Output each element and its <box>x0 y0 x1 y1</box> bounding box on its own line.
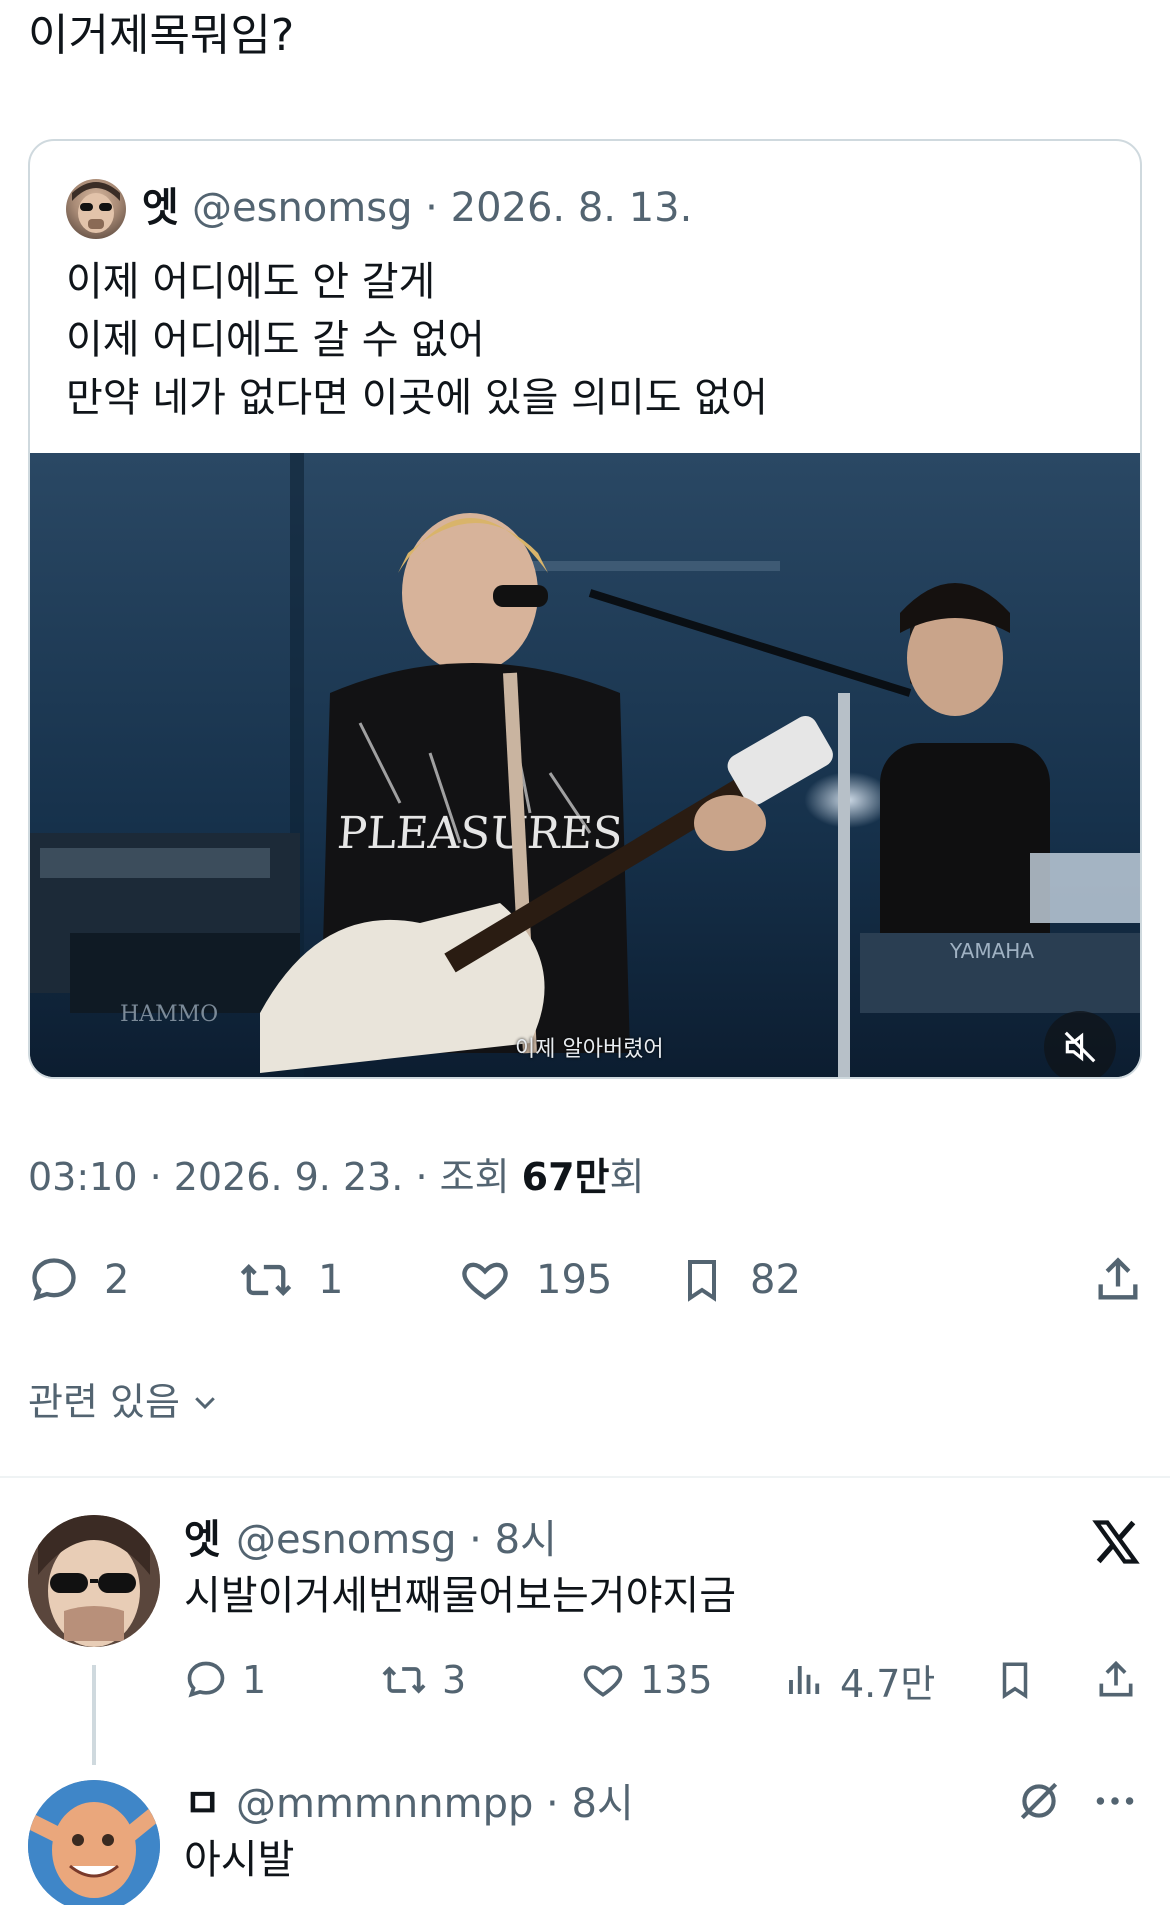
thread-line <box>92 1665 96 1765</box>
reply-views-button[interactable]: 4.7만 <box>784 1645 935 1715</box>
bookmark-icon <box>1002 1662 1028 1700</box>
reply2-author-handle[interactable]: @mmmnnmpp · 8시 <box>236 1776 634 1832</box>
retweet-count: 1 <box>318 1257 344 1303</box>
brand-right: YAMAHA <box>949 939 1034 963</box>
share-icon <box>1099 1660 1133 1697</box>
quote-video[interactable]: PLEASURES HAMMO YAMAHA 이제 알아버렸어 <box>30 453 1140 1077</box>
tweet-timestamp: 03:10 · 2026. 9. 23. · 조회 <box>28 1155 522 1199</box>
x-logo-icon[interactable] <box>1090 1516 1142 1568</box>
reply2-avatar[interactable] <box>28 1780 160 1905</box>
retweet-icon <box>382 1666 426 1694</box>
retweet-icon <box>240 1264 292 1296</box>
reply-author-name[interactable]: 엣 <box>184 1512 221 1568</box>
reply-text: 시발이거세번째물어보는거야지금 <box>184 1573 736 1619</box>
related-toggle[interactable]: 관련 있음 <box>28 1375 220 1429</box>
share-icon <box>1098 1257 1138 1300</box>
reply-retweet-count: 3 <box>442 1658 467 1702</box>
shirt-text: PLEASURES <box>336 808 625 859</box>
brand-left: HAMMO <box>120 1002 218 1027</box>
divider <box>0 1476 1170 1478</box>
retweet-button[interactable]: 1 <box>238 1245 343 1315</box>
reply-like-button[interactable]: 135 <box>580 1645 713 1715</box>
reply-icon <box>187 1661 225 1698</box>
quote-body: 이제 어디에도 안 갈게 이제 어디에도 갈 수 없어 만약 네가 없다면 이곳… <box>66 259 768 421</box>
tweet-text: 이거제목뭐임? <box>28 10 295 61</box>
tweet-actions: 2 1 195 82 <box>28 1245 1142 1315</box>
reply-count: 2 <box>104 1257 130 1303</box>
reply2-text: 아시발 <box>184 1837 295 1883</box>
reply-icon <box>32 1258 76 1301</box>
reply-actions: 1 3 135 4.7만 <box>184 1645 1144 1715</box>
reply-retweet-button[interactable]: 3 <box>380 1645 466 1715</box>
like-button[interactable]: 195 <box>458 1245 612 1315</box>
like-icon <box>462 1262 508 1300</box>
reply-avatar[interactable] <box>28 1515 160 1647</box>
views-suffix: 회 <box>609 1155 645 1199</box>
bookmark-count: 82 <box>750 1257 801 1303</box>
quote-avatar[interactable] <box>66 179 126 239</box>
more-icon[interactable] <box>1090 1776 1140 1826</box>
quoted-tweet-card[interactable]: 엣 @esnomsg · 2026. 8. 13. 이제 어디에도 안 갈게 이… <box>28 139 1142 1079</box>
grok-icon[interactable] <box>1014 1776 1064 1826</box>
quote-author-name[interactable]: 엣 <box>142 179 179 237</box>
related-label: 관련 있음 <box>28 1380 180 1424</box>
reply-like-count: 135 <box>640 1658 713 1702</box>
mute-icon <box>1064 1031 1096 1063</box>
reply-author-handle[interactable]: @esnomsg · 8시 <box>236 1512 557 1568</box>
reply-reply-count: 1 <box>242 1658 267 1702</box>
reply-share-button[interactable] <box>1094 1645 1138 1715</box>
bookmark-icon <box>688 1260 716 1302</box>
mute-button[interactable] <box>1044 1011 1116 1077</box>
views-icon <box>789 1666 820 1694</box>
reply2-author-name[interactable]: ㅁ <box>184 1776 221 1832</box>
chevron-down-icon <box>195 1397 215 1410</box>
reply-bookmark-button[interactable] <box>994 1645 1036 1715</box>
views-count: 67만 <box>521 1155 610 1199</box>
tweet-meta: 03:10 · 2026. 9. 23. · 조회 67만회 <box>28 1150 644 1204</box>
like-count: 195 <box>536 1257 613 1303</box>
video-subtitle: 이제 알아버렸어 <box>515 1037 664 1062</box>
bookmark-button[interactable]: 82 <box>678 1245 801 1315</box>
like-icon <box>583 1665 623 1697</box>
reply-reply-button[interactable]: 1 <box>184 1645 266 1715</box>
reply-button[interactable]: 2 <box>28 1245 129 1315</box>
share-button[interactable] <box>1092 1245 1144 1315</box>
reply-views-count: 4.7만 <box>840 1661 936 1706</box>
quote-author-handle[interactable]: @esnomsg · 2026. 8. 13. <box>192 179 692 237</box>
